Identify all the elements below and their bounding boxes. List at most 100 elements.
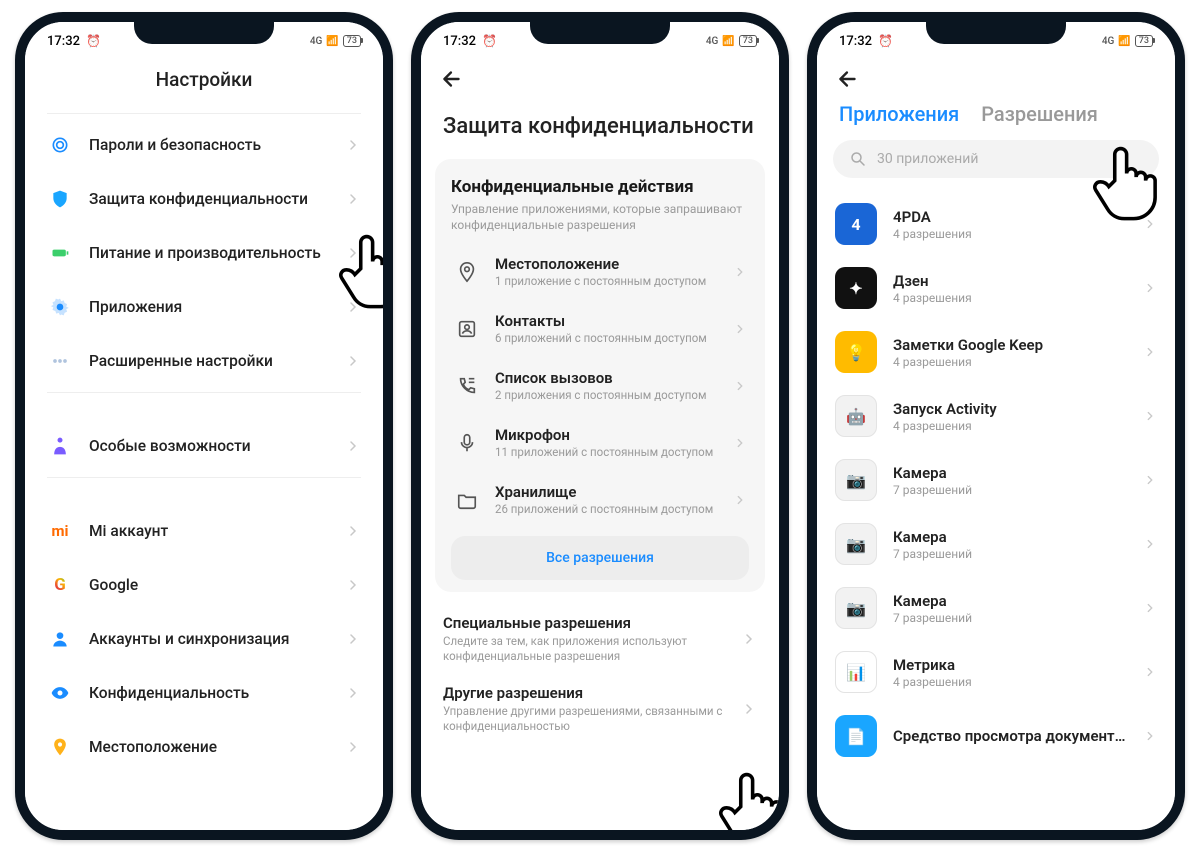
app-name: Средство просмотра документ... (893, 727, 1127, 745)
app-row[interactable]: ✦Дзен4 разрешения (817, 256, 1175, 320)
app-subtitle: 4 разрешения (893, 355, 1127, 369)
contact-icon (453, 315, 481, 343)
app-row[interactable]: 📷Камера7 разрешений (817, 448, 1175, 512)
app-row[interactable]: 📊Метрика4 разрешения (817, 640, 1175, 704)
pin-icon (453, 258, 481, 286)
app-name: Камера (893, 592, 1127, 610)
settings-row[interactable]: Местоположение (39, 720, 369, 774)
app-row[interactable]: 📄 Средство просмотра документ... (817, 704, 1175, 768)
status-time: 17:32 (47, 34, 80, 49)
row-label: Другие разрешения (443, 684, 725, 702)
callog-icon (453, 372, 481, 400)
eye-icon (47, 680, 73, 706)
mi-icon: mi (47, 518, 73, 544)
chevron-right-icon (1143, 537, 1157, 551)
permission-subtitle: 6 приложений с постоянным доступом (495, 331, 719, 345)
row-label: Специальные разрешения (443, 614, 725, 632)
tab-permissions[interactable]: Разрешения (981, 102, 1098, 126)
chevron-right-icon (1143, 345, 1157, 359)
chevron-right-icon (345, 299, 361, 315)
chevron-right-icon (1143, 281, 1157, 295)
special-permissions-row[interactable]: Специальные разрешения Следите за тем, к… (435, 604, 765, 674)
settings-row[interactable]: Пароли и безопасность (39, 118, 369, 172)
page-title: Настройки (25, 56, 383, 109)
settings-row[interactable]: Питание и производительность (39, 226, 369, 280)
settings-row[interactable]: GGoogle (39, 558, 369, 612)
permission-row[interactable]: Контакты6 приложений с постоянным доступ… (451, 300, 749, 357)
chevron-right-icon (345, 631, 361, 647)
settings-row[interactable]: Защита конфиденциальности (39, 172, 369, 226)
settings-row[interactable]: mi Mi аккаунт (39, 504, 369, 558)
chevron-right-icon (345, 739, 361, 755)
row-label: Приложения (89, 298, 329, 316)
chevron-right-icon (733, 265, 747, 279)
fingerprint-icon (47, 132, 73, 158)
permission-subtitle: 26 приложений с постоянным доступом (495, 502, 719, 516)
person-icon (47, 626, 73, 652)
back-icon[interactable] (835, 66, 861, 92)
chevron-right-icon (733, 436, 747, 450)
card-subtitle: Управление приложениями, которые запраши… (451, 201, 749, 233)
search-input[interactable]: 30 приложений (833, 140, 1159, 178)
permission-label: Местоположение (495, 255, 719, 273)
settings-row[interactable]: Приложения (39, 280, 369, 334)
permission-row[interactable]: Местоположение1 приложение с постоянным … (451, 243, 749, 300)
chevron-right-icon (733, 322, 747, 336)
app-name: Запуск Activity (893, 400, 1127, 418)
tabs: Приложения Разрешения (817, 96, 1175, 140)
app-subtitle: 4 разрешения (893, 291, 1127, 305)
all-permissions-button[interactable]: Все разрешения (451, 536, 749, 580)
notch (530, 22, 670, 44)
settings-row[interactable]: Особые возможности (39, 419, 369, 473)
app-name: Заметки Google Keep (893, 336, 1127, 354)
settings-row[interactable]: Аккаунты и синхронизация (39, 612, 369, 666)
tab-applications[interactable]: Приложения (839, 102, 959, 126)
alarm-icon (878, 34, 893, 49)
app-row[interactable]: 📷Камера7 разрешений (817, 576, 1175, 640)
row-label: Mi аккаунт (89, 522, 329, 540)
privacy-actions-card: Конфиденциальные действия Управление при… (435, 159, 765, 592)
app-icon: 💡 (835, 331, 877, 373)
signal-icon: 📶 (722, 36, 734, 47)
row-label: Пароли и безопасность (89, 136, 329, 154)
access-icon (47, 433, 73, 459)
signal-icon: 📶 (1118, 36, 1130, 47)
location-icon (47, 734, 73, 760)
app-icon: 🤖 (835, 395, 877, 437)
alarm-icon (482, 34, 497, 49)
chevron-right-icon (1143, 409, 1157, 423)
chevron-right-icon (345, 685, 361, 701)
settings-row[interactable]: Расширенные настройки (39, 334, 369, 388)
settings-row[interactable]: Конфиденциальность (39, 666, 369, 720)
chevron-right-icon (1143, 601, 1157, 615)
app-name: Дзен (893, 272, 1127, 290)
permission-label: Контакты (495, 312, 719, 330)
permission-label: Хранилище (495, 483, 719, 501)
dots-icon (47, 348, 73, 374)
row-label: Местоположение (89, 738, 329, 756)
chevron-right-icon (1143, 217, 1157, 231)
permission-label: Микрофон (495, 426, 719, 444)
app-icon: 📄 (835, 715, 877, 757)
phone-privacy: 17:32 4G 📶 73 Защита конфиденциальности … (411, 12, 789, 840)
phone-settings: 17:32 4G 📶 73 Настройки Пароли и безопас… (15, 12, 393, 840)
permission-row[interactable]: Микрофон11 приложений с постоянным досту… (451, 414, 749, 471)
chevron-right-icon (741, 631, 757, 647)
app-row[interactable]: 44PDA4 разрешения (817, 192, 1175, 256)
other-permissions-row[interactable]: Другие разрешения Управление другими раз… (435, 674, 765, 744)
signal-label: 4G (1102, 36, 1115, 47)
folder-icon (453, 486, 481, 514)
permission-row[interactable]: Список вызовов2 приложения с постоянным … (451, 357, 749, 414)
back-icon[interactable] (439, 66, 465, 92)
app-row[interactable]: 🤖Запуск Activity4 разрешения (817, 384, 1175, 448)
permission-row[interactable]: Хранилище26 приложений с постоянным дост… (451, 471, 749, 528)
app-name: Камера (893, 528, 1127, 546)
card-title: Конфиденциальные действия (451, 177, 749, 197)
app-row[interactable]: 📷Камера7 разрешений (817, 512, 1175, 576)
app-subtitle: 7 разрешений (893, 483, 1127, 497)
signal-icon: 📶 (326, 36, 338, 47)
app-row[interactable]: 💡 Заметки Google Keep4 разрешения (817, 320, 1175, 384)
row-label: Особые возможности (89, 437, 329, 455)
notch (134, 22, 274, 44)
chevron-right-icon (741, 701, 757, 717)
